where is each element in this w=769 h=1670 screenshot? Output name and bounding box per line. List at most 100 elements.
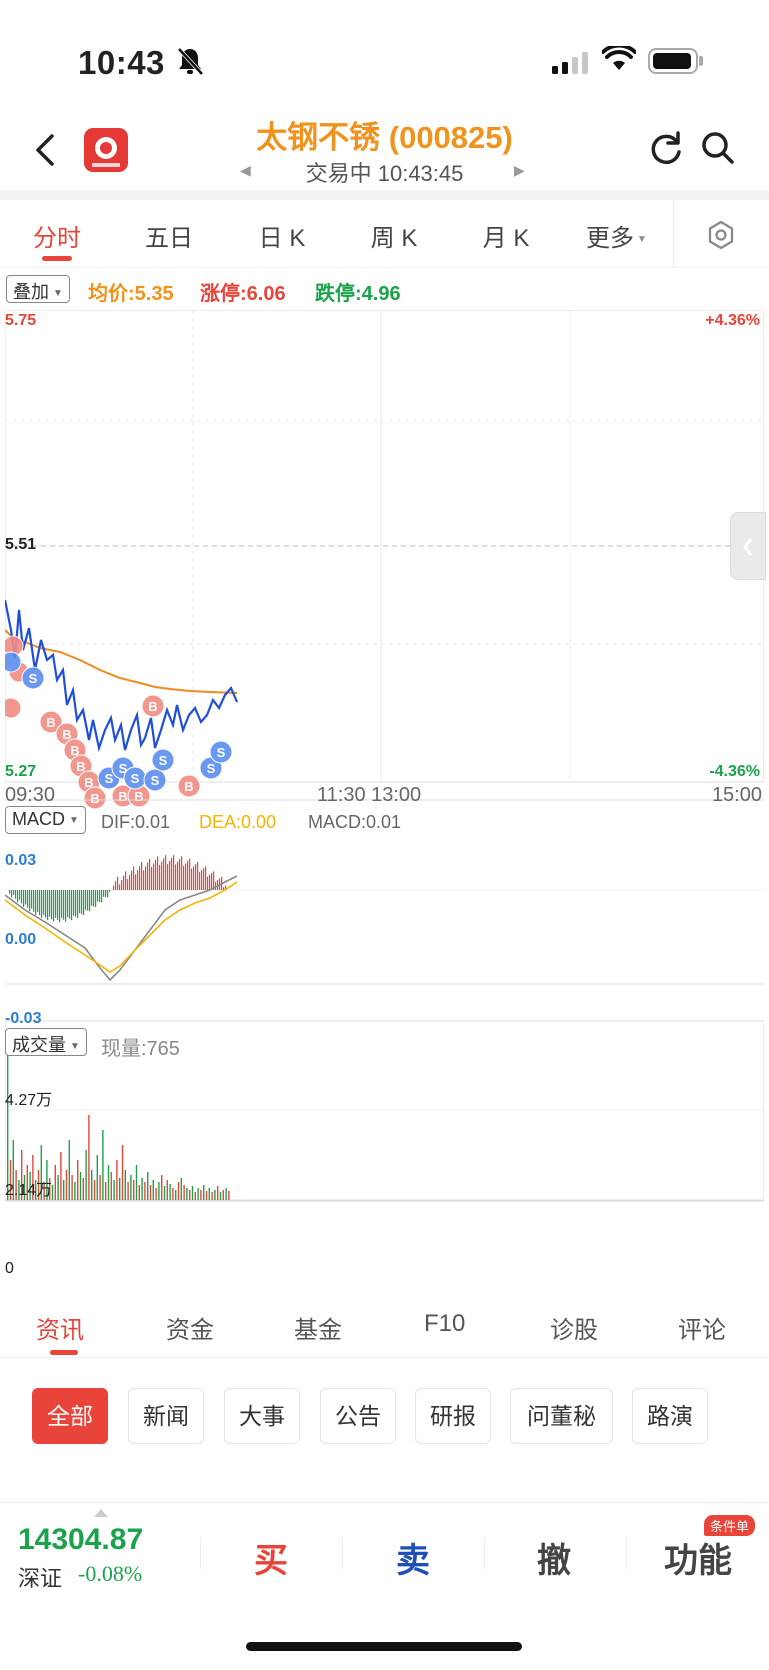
search-icon[interactable] xyxy=(700,130,736,166)
battery-icon xyxy=(648,48,703,74)
buy-button[interactable]: 买 xyxy=(254,1533,288,1582)
expand-index-icon[interactable] xyxy=(94,1509,108,1517)
chart-side-handle[interactable] xyxy=(730,512,766,580)
svg-text:B: B xyxy=(118,789,127,804)
macd-bar xyxy=(81,890,83,915)
chip-ask-secretary[interactable]: 问董秘 xyxy=(510,1388,613,1444)
svg-text:B: B xyxy=(148,699,157,714)
macd-bar xyxy=(117,876,119,890)
macd-bar xyxy=(15,890,17,899)
macd-bar xyxy=(211,873,213,890)
gear-icon[interactable] xyxy=(706,220,736,250)
macd-bar xyxy=(67,890,69,918)
volume-bar xyxy=(194,1192,196,1200)
function-button[interactable]: 功能 xyxy=(664,1533,732,1582)
home-indicator[interactable] xyxy=(246,1642,522,1651)
volume-bar xyxy=(222,1190,224,1200)
tab-capital[interactable]: 资金 xyxy=(166,1310,214,1345)
macd-bar xyxy=(43,890,45,915)
volume-axis-bottom: 0 xyxy=(5,1260,14,1277)
volume-bar xyxy=(119,1178,121,1200)
macd-bar xyxy=(165,855,167,890)
macd-bar xyxy=(135,874,137,890)
volume-bar xyxy=(197,1188,199,1200)
chip-news[interactable]: 新闻 xyxy=(128,1388,204,1444)
macd-bar xyxy=(21,890,23,904)
avg-price: 均价:5.35 xyxy=(88,283,174,305)
tab-comments[interactable]: 评论 xyxy=(678,1310,726,1345)
volume-bar xyxy=(71,1175,73,1200)
macd-bar xyxy=(103,890,105,897)
index-value[interactable]: 14304.87 xyxy=(18,1523,143,1557)
macd-bar xyxy=(173,855,175,890)
chip-events[interactable]: 大事 xyxy=(224,1388,300,1444)
separator xyxy=(0,190,769,200)
macd-bar xyxy=(195,864,197,890)
volume-bar xyxy=(203,1185,205,1200)
volume-bar xyxy=(175,1190,177,1200)
tab-daily-k[interactable]: 日 K xyxy=(250,218,314,253)
volume-bar xyxy=(121,1145,124,1200)
macd-bar xyxy=(201,870,203,890)
sell-button[interactable]: 卖 xyxy=(396,1533,430,1582)
tab-diagnose[interactable]: 诊股 xyxy=(550,1310,598,1345)
overlay-dropdown-label: 叠加 xyxy=(13,282,49,302)
macd-bar xyxy=(59,890,61,922)
cancel-order-button[interactable]: 撤 xyxy=(537,1533,571,1582)
chip-all[interactable]: 全部 xyxy=(32,1388,108,1444)
macd-bar xyxy=(115,881,117,890)
macd-axis-top: 0.03 xyxy=(5,852,37,869)
volume-dropdown[interactable]: 成交量 ▼ xyxy=(5,1028,87,1056)
macd-bar xyxy=(191,868,193,890)
price-axis-bottom: 5.27 xyxy=(5,763,37,780)
tab-monthly-k[interactable]: 月 K xyxy=(474,218,538,253)
chip-research[interactable]: 研报 xyxy=(415,1388,491,1444)
macd-bar xyxy=(145,866,147,890)
tab-five-day[interactable]: 五日 xyxy=(139,218,199,253)
volume-bar xyxy=(127,1182,129,1200)
tab-more-label: 更多 xyxy=(586,225,634,252)
svg-text:B: B xyxy=(46,715,55,730)
macd-bar xyxy=(153,863,155,890)
time-axis-close: 15:00 xyxy=(711,784,762,806)
volume-bar xyxy=(211,1192,213,1200)
tab-f10[interactable]: F10 xyxy=(424,1310,465,1338)
volume-bar xyxy=(180,1178,182,1200)
tab-more[interactable]: 更多 ▼ xyxy=(586,218,656,253)
tab-news-info[interactable]: 资讯 xyxy=(36,1310,84,1345)
macd-bar xyxy=(199,872,201,890)
time-axis-open: 09:30 xyxy=(5,784,56,806)
macd-bar xyxy=(29,890,31,912)
volume-bar xyxy=(60,1152,62,1200)
macd-bar xyxy=(175,864,177,890)
macd-bar xyxy=(63,890,65,920)
volume-bar xyxy=(155,1188,157,1200)
chart-area: BBB BBB BBBB SSSS SSSS 5.75 +4.36% 5.51 … xyxy=(0,309,765,1284)
macd-bar xyxy=(171,858,173,890)
volume-bar xyxy=(77,1160,79,1200)
tab-weekly-k[interactable]: 周 K xyxy=(362,218,426,253)
volume-bar xyxy=(225,1188,227,1200)
current-volume: 现量:765 xyxy=(101,1038,180,1060)
tab-intraday[interactable]: 分时 xyxy=(28,218,86,253)
active-tab-indicator xyxy=(42,256,72,261)
volume-bar xyxy=(169,1184,171,1200)
macd-bar xyxy=(75,890,77,917)
volume-bar xyxy=(91,1170,93,1200)
tab-fund[interactable]: 基金 xyxy=(294,1310,342,1345)
chip-announcements[interactable]: 公告 xyxy=(320,1388,396,1444)
macd-bar xyxy=(65,890,67,922)
macd-bar xyxy=(55,890,57,918)
volume-bar xyxy=(113,1180,115,1200)
chip-roadshow[interactable]: 路演 xyxy=(632,1388,708,1444)
macd-dropdown[interactable]: MACD ▼ xyxy=(5,806,86,834)
refresh-icon[interactable] xyxy=(648,130,684,166)
macd-bar xyxy=(197,862,199,890)
macd-bar xyxy=(159,864,161,890)
limit-down-price: 跌停:4.96 xyxy=(315,283,401,305)
macd-bar xyxy=(149,858,151,890)
next-stock-icon[interactable]: ▶ xyxy=(514,162,525,179)
volume-bar xyxy=(63,1180,65,1200)
svg-text:S: S xyxy=(105,771,114,786)
overlay-dropdown[interactable]: 叠加 ▼ xyxy=(6,275,70,303)
